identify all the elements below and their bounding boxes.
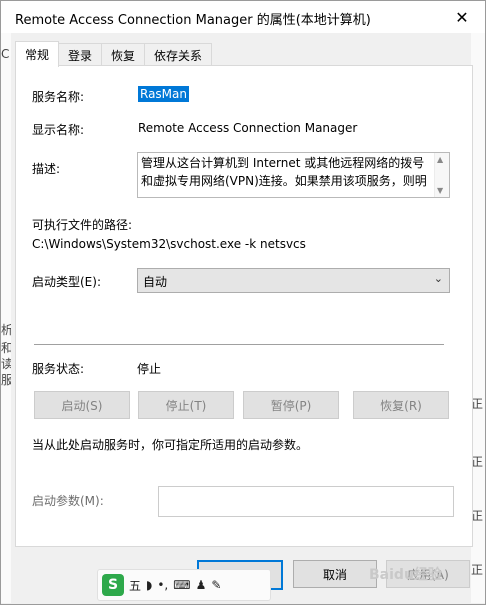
user-icon[interactable]: ♟ <box>196 578 207 592</box>
pause-button[interactable]: 暂停(P) <box>243 391 339 419</box>
start-params-label: 启动参数(M): <box>32 494 104 508</box>
bg-fragment: 析 <box>1 321 11 338</box>
description-label: 描述: <box>32 162 61 176</box>
wrench-icon[interactable]: ✎ <box>211 578 221 592</box>
keyboard-icon[interactable]: ⌨ <box>173 578 190 592</box>
display-name-value[interactable]: Remote Access Connection Manager <box>138 121 357 135</box>
bg-fragment: C <box>1 47 10 61</box>
ime-mode-toggle[interactable]: 五 <box>129 577 141 594</box>
startup-type-select[interactable]: 自动 ⌄ <box>137 268 450 293</box>
close-icon: ✕ <box>455 7 469 27</box>
close-button[interactable]: ✕ <box>439 1 485 33</box>
scroll-up-icon[interactable]: ▲ <box>437 155 443 164</box>
ime-logo-icon[interactable]: S <box>102 574 124 596</box>
exe-path-value[interactable]: C:\Windows\System32\svchost.exe -k netsv… <box>32 237 306 251</box>
bg-fragment: 服 <box>1 371 11 388</box>
moon-icon[interactable]: ◗ <box>146 578 152 592</box>
tab-logon[interactable]: 登录 <box>58 43 103 66</box>
startup-type-value: 自动 <box>143 275 168 289</box>
service-status-label: 服务状态: <box>32 362 85 376</box>
window-title: Remote Access Connection Manager 的属性(本地计… <box>15 13 371 28</box>
chevron-down-icon: ⌄ <box>433 272 443 285</box>
watermark: Baidu经验 <box>369 567 442 583</box>
resume-button[interactable]: 恢复(R) <box>353 391 449 419</box>
startup-type-label: 启动类型(E): <box>32 275 101 289</box>
display-name-label: 显示名称: <box>32 123 85 137</box>
bg-fragment: 正 <box>471 563 483 577</box>
exe-path-label: 可执行文件的路径: <box>32 218 133 232</box>
general-tab-panel: 服务名称: RasMan 显示名称: Remote Access Connect… <box>15 65 473 547</box>
description-field[interactable]: 管理从这台计算机到 Internet 或其他远程网络的拨号和虚拟专用网络(VPN… <box>137 152 450 198</box>
service-name-label: 服务名称: <box>32 90 85 104</box>
punctuation-icon[interactable]: •, <box>157 578 168 592</box>
tab-strip: 常规 登录 恢复 依存关系 <box>15 41 213 67</box>
ime-toolbar: S 五 ◗ •, ⌨ ♟ ✎ <box>97 569 271 601</box>
start-params-input[interactable] <box>158 486 454 517</box>
tab-recovery[interactable]: 恢复 <box>101 43 146 66</box>
background-window-right: 正 正 正 正 <box>471 33 485 603</box>
start-button[interactable]: 启动(S) <box>34 391 130 419</box>
title-bar: Remote Access Connection Manager 的属性(本地计… <box>1 1 485 33</box>
cancel-button[interactable]: 取消 <box>293 560 377 588</box>
service-name-value[interactable]: RasMan <box>138 86 189 102</box>
section-divider <box>34 344 444 345</box>
service-status-value: 停止 <box>137 362 162 376</box>
start-params-hint: 当从此处启动服务时，你可指定所适用的启动参数。 <box>32 438 309 452</box>
description-text: 管理从这台计算机到 Internet 或其他远程网络的拨号和虚拟专用网络(VPN… <box>141 156 427 188</box>
tab-dependencies[interactable]: 依存关系 <box>144 43 213 66</box>
bg-fragment: 读 <box>1 355 11 372</box>
stop-button[interactable]: 停止(T) <box>138 391 234 419</box>
properties-dialog: C 析 和 读 服 正 正 正 正 Remote Access Connecti… <box>0 0 486 605</box>
bg-fragment: 和 <box>1 339 11 356</box>
scroll-down-icon[interactable]: ▼ <box>437 186 443 195</box>
description-scrollbar[interactable]: ▲ ▼ <box>434 153 449 197</box>
background-window-left: C 析 和 读 服 <box>1 33 11 603</box>
tab-general[interactable]: 常规 <box>15 41 60 67</box>
